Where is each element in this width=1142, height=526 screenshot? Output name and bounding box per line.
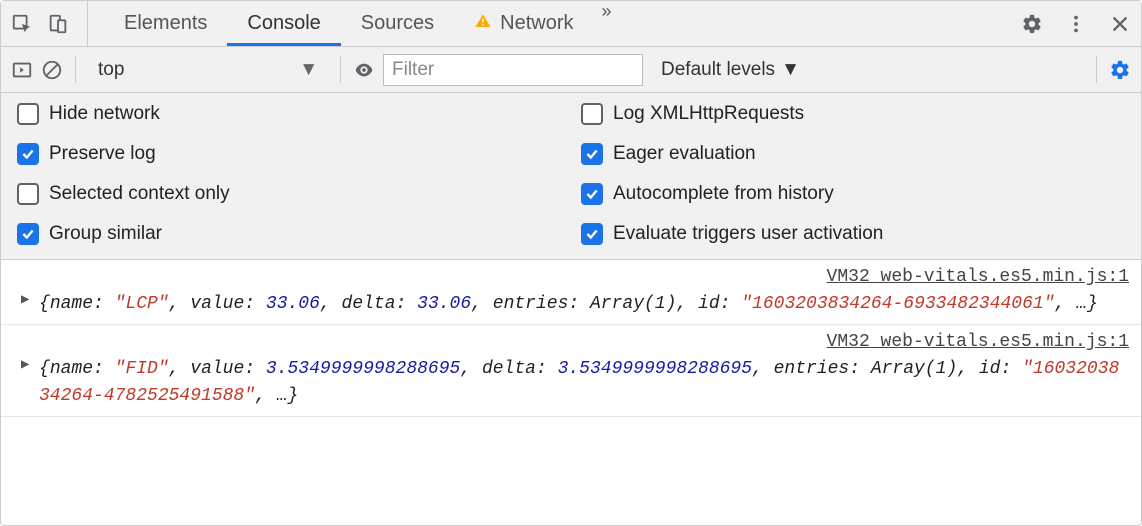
log-levels-select[interactable]: Default levels ▼: [651, 59, 810, 81]
execution-context-select[interactable]: top ▼: [88, 55, 328, 85]
console-settings-panel: Hide network Log XMLHttpRequests Preserv…: [1, 93, 1141, 260]
tab-console[interactable]: Console: [227, 1, 340, 46]
checkbox-unchecked-icon: [17, 103, 39, 125]
device-toggle-icon[interactable]: [47, 13, 69, 35]
setting-label: Log XMLHttpRequests: [613, 103, 804, 125]
tab-network[interactable]: Network: [454, 1, 593, 46]
setting-group-similar[interactable]: Group similar: [17, 223, 561, 245]
tab-elements[interactable]: Elements: [104, 1, 227, 46]
console-output: VM32 web-vitals.es5.min.js:1 ▶ {name: "L…: [1, 260, 1141, 417]
checkbox-checked-icon: [581, 223, 603, 245]
setting-label: Preserve log: [49, 143, 156, 165]
setting-hide-network[interactable]: Hide network: [17, 103, 561, 125]
checkbox-unchecked-icon: [581, 103, 603, 125]
devtools-tab-bar: Elements Console Sources Network »: [1, 1, 1141, 47]
filter-input[interactable]: [383, 54, 643, 86]
log-source-link[interactable]: VM32 web-vitals.es5.min.js:1: [39, 264, 1129, 291]
log-object: {name: "LCP", value: 33.06, delta: 33.06…: [39, 294, 1098, 314]
tab-bar-right-icons: [1011, 13, 1131, 35]
tab-elements-label: Elements: [124, 12, 207, 35]
gear-icon[interactable]: [1021, 13, 1043, 35]
chevron-down-icon: ▼: [781, 59, 800, 81]
setting-label: Hide network: [49, 103, 160, 125]
tab-bar-left-icons: [11, 1, 88, 46]
console-settings-gear-icon[interactable]: [1109, 59, 1131, 81]
devtools-tabs: Elements Console Sources Network »: [104, 1, 620, 46]
inspect-element-icon[interactable]: [11, 13, 33, 35]
tab-network-label: Network: [500, 12, 573, 35]
close-icon[interactable]: [1109, 13, 1131, 35]
levels-label: Default levels: [661, 59, 775, 81]
setting-label: Selected context only: [49, 183, 230, 205]
setting-log-xhr[interactable]: Log XMLHttpRequests: [581, 103, 1125, 125]
log-entry[interactable]: VM32 web-vitals.es5.min.js:1 ▶ {name: "F…: [1, 325, 1141, 417]
sidebar-toggle-icon[interactable]: [11, 59, 33, 81]
live-expression-icon[interactable]: [353, 59, 375, 81]
setting-evaluate-triggers[interactable]: Evaluate triggers user activation: [581, 223, 1125, 245]
setting-label: Group similar: [49, 223, 162, 245]
checkbox-checked-icon: [17, 143, 39, 165]
checkbox-checked-icon: [581, 183, 603, 205]
expand-caret-icon[interactable]: ▶: [21, 355, 29, 376]
warning-icon: [474, 12, 492, 36]
checkbox-unchecked-icon: [17, 183, 39, 205]
tab-console-label: Console: [247, 12, 320, 35]
tab-sources-label: Sources: [361, 12, 434, 35]
tab-sources[interactable]: Sources: [341, 1, 454, 46]
setting-preserve-log[interactable]: Preserve log: [17, 143, 561, 165]
console-toolbar: top ▼ Default levels ▼: [1, 47, 1141, 93]
checkbox-checked-icon: [581, 143, 603, 165]
setting-label: Eager evaluation: [613, 143, 756, 165]
kebab-menu-icon[interactable]: [1065, 13, 1087, 35]
setting-label: Autocomplete from history: [613, 183, 834, 205]
setting-eager-eval[interactable]: Eager evaluation: [581, 143, 1125, 165]
setting-autocomplete-history[interactable]: Autocomplete from history: [581, 183, 1125, 205]
checkbox-checked-icon: [17, 223, 39, 245]
log-object: {name: "FID", value: 3.5349999998288695,…: [39, 359, 1119, 406]
more-tabs-button[interactable]: »: [594, 1, 620, 46]
log-source-link[interactable]: VM32 web-vitals.es5.min.js:1: [39, 329, 1129, 356]
setting-selected-context[interactable]: Selected context only: [17, 183, 561, 205]
chevron-down-icon: ▼: [299, 59, 318, 81]
expand-caret-icon[interactable]: ▶: [21, 290, 29, 311]
log-entry[interactable]: VM32 web-vitals.es5.min.js:1 ▶ {name: "L…: [1, 260, 1141, 325]
clear-console-icon[interactable]: [41, 59, 63, 81]
setting-label: Evaluate triggers user activation: [613, 223, 883, 245]
context-value: top: [98, 59, 124, 81]
